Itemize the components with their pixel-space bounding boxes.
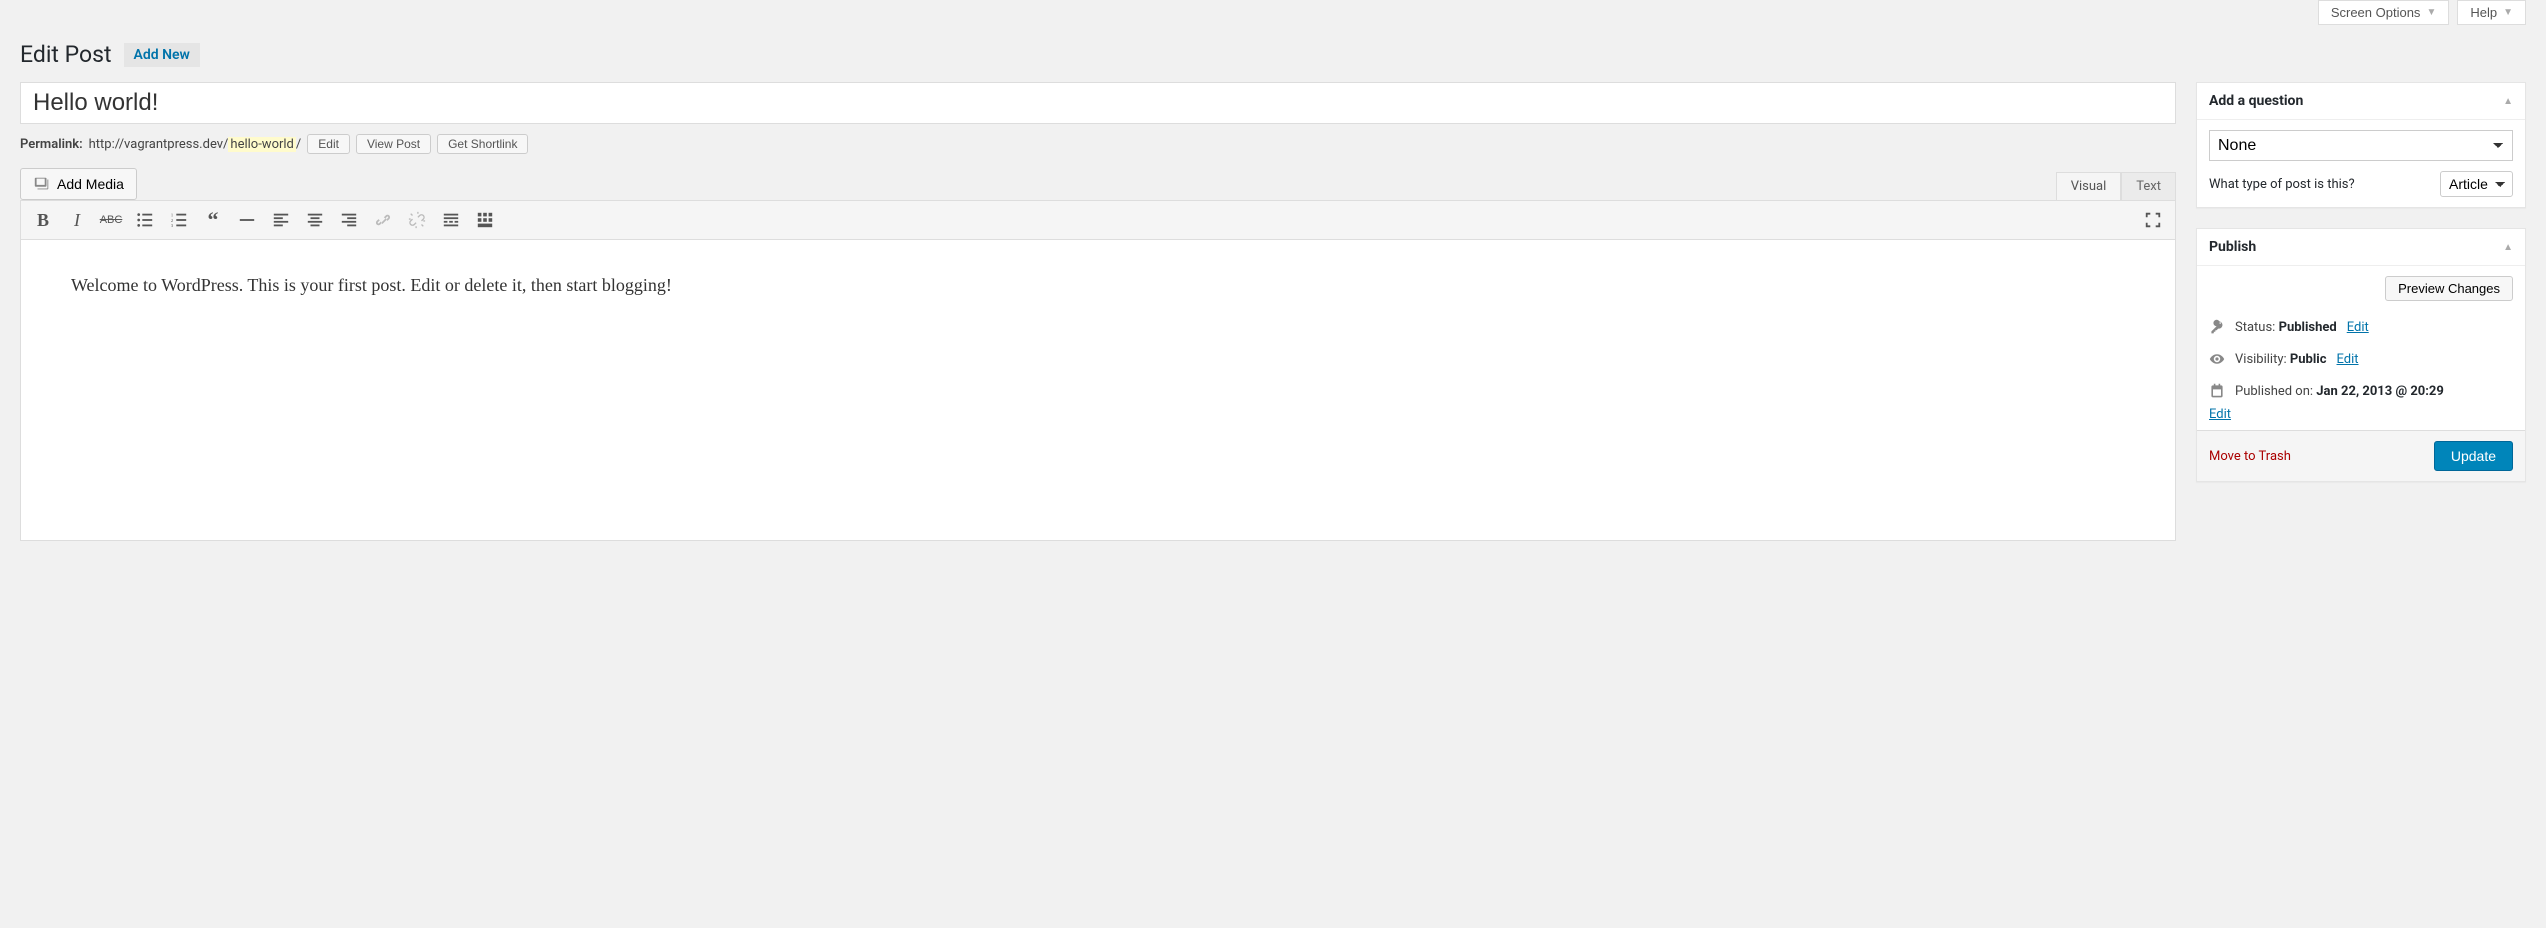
strikethrough-button[interactable]: ABC bbox=[95, 205, 127, 235]
help-button[interactable]: Help ▼ bbox=[2457, 0, 2526, 25]
edit-visibility-link[interactable]: Edit bbox=[2337, 352, 2359, 367]
question-select[interactable]: None bbox=[2209, 130, 2513, 161]
post-type-select[interactable]: Article bbox=[2440, 171, 2513, 197]
move-to-trash-link[interactable]: Move to Trash bbox=[2209, 449, 2291, 464]
published-value: Jan 22, 2013 @ 20:29 bbox=[2316, 384, 2444, 399]
edit-date-link[interactable]: Edit bbox=[2209, 407, 2231, 422]
update-button[interactable]: Update bbox=[2434, 441, 2513, 471]
bold-button[interactable]: B bbox=[27, 205, 59, 235]
editor-toolbar: B I ABC 123 “ bbox=[21, 201, 2175, 240]
chevron-down-icon: ▼ bbox=[2503, 7, 2513, 18]
toggle-panel-icon[interactable]: ▲ bbox=[2503, 242, 2513, 253]
permalink-label: Permalink: bbox=[20, 137, 83, 152]
status-label: Status: bbox=[2235, 320, 2275, 335]
published-label: Published on: bbox=[2235, 384, 2313, 399]
help-label: Help bbox=[2470, 5, 2497, 20]
post-content-editor[interactable]: Welcome to WordPress. This is your first… bbox=[21, 240, 2175, 540]
visibility-label: Visibility: bbox=[2235, 352, 2287, 367]
blockquote-button[interactable]: “ bbox=[197, 205, 229, 235]
toolbar-toggle-button[interactable] bbox=[469, 205, 501, 235]
fullscreen-button[interactable] bbox=[2137, 205, 2169, 235]
post-type-hint: What type of post is this? bbox=[2209, 177, 2355, 192]
svg-text:2: 2 bbox=[171, 218, 173, 223]
add-new-button[interactable]: Add New bbox=[124, 43, 200, 67]
unlink-button[interactable] bbox=[401, 205, 433, 235]
view-post-button[interactable]: View Post bbox=[356, 134, 431, 154]
media-icon bbox=[33, 175, 51, 193]
align-center-button[interactable] bbox=[299, 205, 331, 235]
publish-title: Publish bbox=[2209, 239, 2256, 255]
preview-changes-button[interactable]: Preview Changes bbox=[2385, 276, 2513, 301]
permalink-row: Permalink: http://vagrantpress.dev/hello… bbox=[20, 134, 2176, 154]
post-title-input[interactable] bbox=[20, 82, 2176, 124]
permalink-base: http://vagrantpress.dev/ bbox=[89, 137, 229, 152]
permalink-slug: hello-world bbox=[228, 137, 295, 152]
key-icon bbox=[2209, 319, 2225, 335]
numbered-list-button[interactable]: 123 bbox=[163, 205, 195, 235]
svg-text:3: 3 bbox=[171, 223, 174, 228]
add-question-title: Add a question bbox=[2209, 93, 2303, 109]
insert-more-button[interactable] bbox=[435, 205, 467, 235]
get-shortlink-button[interactable]: Get Shortlink bbox=[437, 134, 528, 154]
permalink-trail: / bbox=[296, 137, 301, 152]
add-media-label: Add Media bbox=[57, 176, 124, 192]
tab-visual[interactable]: Visual bbox=[2056, 172, 2122, 200]
hr-button[interactable] bbox=[231, 205, 263, 235]
tab-text[interactable]: Text bbox=[2121, 172, 2176, 200]
chevron-down-icon: ▼ bbox=[2426, 7, 2436, 18]
align-left-button[interactable] bbox=[265, 205, 297, 235]
calendar-icon bbox=[2209, 383, 2225, 399]
edit-status-link[interactable]: Edit bbox=[2347, 320, 2369, 335]
add-media-button[interactable]: Add Media bbox=[20, 168, 137, 200]
add-question-box: Add a question ▲ None What type of post … bbox=[2196, 82, 2526, 208]
align-right-button[interactable] bbox=[333, 205, 365, 235]
content-paragraph: Welcome to WordPress. This is your first… bbox=[71, 270, 2125, 301]
status-value: Published bbox=[2279, 320, 2337, 335]
screen-options-button[interactable]: Screen Options ▼ bbox=[2318, 0, 2450, 25]
visibility-value: Public bbox=[2290, 352, 2327, 367]
svg-text:1: 1 bbox=[171, 212, 173, 217]
eye-icon bbox=[2209, 351, 2225, 367]
italic-button[interactable]: I bbox=[61, 205, 93, 235]
link-button[interactable] bbox=[367, 205, 399, 235]
bullet-list-button[interactable] bbox=[129, 205, 161, 235]
screen-options-label: Screen Options bbox=[2331, 5, 2421, 20]
toggle-panel-icon[interactable]: ▲ bbox=[2503, 96, 2513, 107]
page-title: Edit Post bbox=[20, 41, 112, 68]
permalink-edit-button[interactable]: Edit bbox=[307, 134, 350, 154]
publish-box: Publish ▲ Preview Changes Status: Publis… bbox=[2196, 228, 2526, 482]
